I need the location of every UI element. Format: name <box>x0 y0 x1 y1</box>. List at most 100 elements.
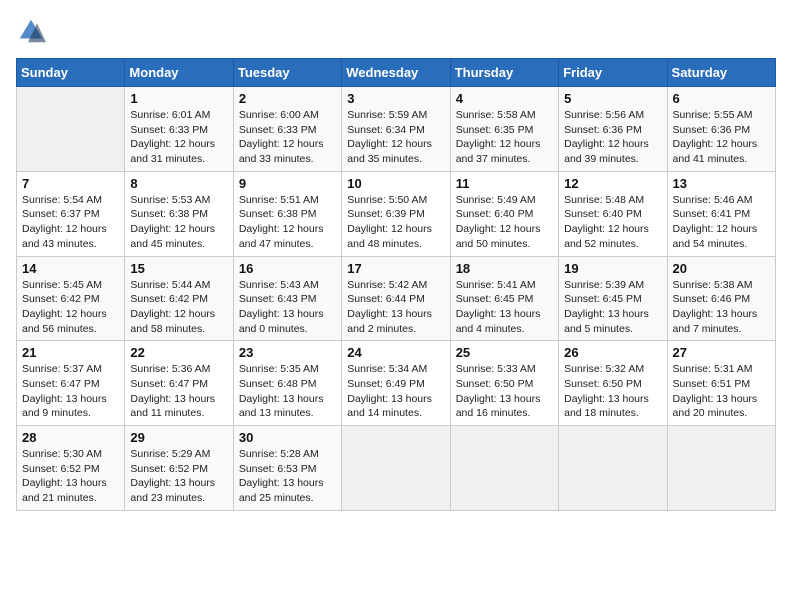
day-number: 13 <box>673 176 770 191</box>
day-info: Sunrise: 5:50 AM Sunset: 6:39 PM Dayligh… <box>347 193 444 252</box>
day-number: 4 <box>456 91 553 106</box>
calendar-cell <box>450 426 558 511</box>
day-info: Sunrise: 5:49 AM Sunset: 6:40 PM Dayligh… <box>456 193 553 252</box>
calendar-cell <box>342 426 450 511</box>
day-number: 7 <box>22 176 119 191</box>
day-number: 6 <box>673 91 770 106</box>
day-info: Sunrise: 5:42 AM Sunset: 6:44 PM Dayligh… <box>347 278 444 337</box>
day-info: Sunrise: 5:29 AM Sunset: 6:52 PM Dayligh… <box>130 447 227 506</box>
day-info: Sunrise: 6:00 AM Sunset: 6:33 PM Dayligh… <box>239 108 336 167</box>
calendar-cell: 10Sunrise: 5:50 AM Sunset: 6:39 PM Dayli… <box>342 171 450 256</box>
calendar-cell: 29Sunrise: 5:29 AM Sunset: 6:52 PM Dayli… <box>125 426 233 511</box>
day-number: 5 <box>564 91 661 106</box>
calendar-cell: 12 Sunrise: 5:48 AM Sunset: 6:40 PM Dayli… <box>559 171 667 256</box>
day-info: Sunrise: 5:51 AM Sunset: 6:38 PM Dayligh… <box>239 193 336 252</box>
day-info: Sunrise: 5:41 AM Sunset: 6:45 PM Dayligh… <box>456 278 553 337</box>
calendar-cell: 26 Sunrise: 5:32 AM Sunset: 6:50 PM Dayli… <box>559 341 667 426</box>
day-number: 21 <box>22 345 119 360</box>
day-number: 11 <box>456 176 553 191</box>
calendar-cell: 6 Sunrise: 5:55 AM Sunset: 6:36 PM Daylig… <box>667 87 775 172</box>
day-info: Sunrise: 5:59 AM Sunset: 6:34 PM Dayligh… <box>347 108 444 167</box>
day-number: 27 <box>673 345 770 360</box>
calendar-cell: 8 Sunrise: 5:53 AM Sunset: 6:38 PM Daylig… <box>125 171 233 256</box>
day-info: Sunrise: 5:55 AM Sunset: 6:36 PM Dayligh… <box>673 108 770 167</box>
weekday-header-saturday: Saturday <box>667 59 775 87</box>
day-info: Sunrise: 5:35 AM Sunset: 6:48 PM Dayligh… <box>239 362 336 421</box>
day-info: Sunrise: 5:48 AM Sunset: 6:40 PM Dayligh… <box>564 193 661 252</box>
day-number: 28 <box>22 430 119 445</box>
day-number: 22 <box>130 345 227 360</box>
day-info: Sunrise: 5:28 AM Sunset: 6:53 PM Dayligh… <box>239 447 336 506</box>
calendar-cell <box>667 426 775 511</box>
day-number: 26 <box>564 345 661 360</box>
weekday-header-monday: Monday <box>125 59 233 87</box>
calendar-cell: 9 Sunrise: 5:51 AM Sunset: 6:38 PM Daylig… <box>233 171 341 256</box>
day-number: 19 <box>564 261 661 276</box>
calendar-cell: 7 Sunrise: 5:54 AM Sunset: 6:37 PM Daylig… <box>17 171 125 256</box>
day-number: 3 <box>347 91 444 106</box>
calendar-cell: 2Sunrise: 6:00 AM Sunset: 6:33 PM Daylig… <box>233 87 341 172</box>
day-number: 25 <box>456 345 553 360</box>
day-info: Sunrise: 5:43 AM Sunset: 6:43 PM Dayligh… <box>239 278 336 337</box>
calendar-cell: 25 Sunrise: 5:33 AM Sunset: 6:50 PM Dayli… <box>450 341 558 426</box>
calendar-cell: 13 Sunrise: 5:46 AM Sunset: 6:41 PM Dayli… <box>667 171 775 256</box>
weekday-header-row: SundayMondayTuesdayWednesdayThursdayFrid… <box>17 59 776 87</box>
weekday-header-thursday: Thursday <box>450 59 558 87</box>
calendar-table: SundayMondayTuesdayWednesdayThursdayFrid… <box>16 58 776 511</box>
calendar-cell: 5 Sunrise: 5:56 AM Sunset: 6:36 PM Daylig… <box>559 87 667 172</box>
calendar-cell: 18 Sunrise: 5:41 AM Sunset: 6:45 PM Dayli… <box>450 256 558 341</box>
calendar-cell: 22 Sunrise: 5:36 AM Sunset: 6:47 PM Dayli… <box>125 341 233 426</box>
day-number: 12 <box>564 176 661 191</box>
day-number: 24 <box>347 345 444 360</box>
calendar-cell: 24 Sunrise: 5:34 AM Sunset: 6:49 PM Dayli… <box>342 341 450 426</box>
calendar-cell: 3 Sunrise: 5:59 AM Sunset: 6:34 PM Daylig… <box>342 87 450 172</box>
day-info: Sunrise: 5:58 AM Sunset: 6:35 PM Dayligh… <box>456 108 553 167</box>
calendar-week-1: 1 Sunrise: 6:01 AM Sunset: 6:33 PM Daylig… <box>17 87 776 172</box>
day-info: Sunrise: 5:44 AM Sunset: 6:42 PM Dayligh… <box>130 278 227 337</box>
day-number: 1 <box>130 91 227 106</box>
calendar-cell: 19Sunrise: 5:39 AM Sunset: 6:45 PM Dayli… <box>559 256 667 341</box>
calendar-cell: 15 Sunrise: 5:44 AM Sunset: 6:42 PM Dayli… <box>125 256 233 341</box>
day-number: 23 <box>239 345 336 360</box>
day-number: 30 <box>239 430 336 445</box>
calendar-cell: 16 Sunrise: 5:43 AM Sunset: 6:43 PM Dayli… <box>233 256 341 341</box>
day-number: 15 <box>130 261 227 276</box>
day-number: 20 <box>673 261 770 276</box>
day-info: Sunrise: 5:53 AM Sunset: 6:38 PM Dayligh… <box>130 193 227 252</box>
day-info: Sunrise: 5:38 AM Sunset: 6:46 PM Dayligh… <box>673 278 770 337</box>
calendar-cell: 17 Sunrise: 5:42 AM Sunset: 6:44 PM Dayli… <box>342 256 450 341</box>
day-number: 18 <box>456 261 553 276</box>
calendar-cell: 27 Sunrise: 5:31 AM Sunset: 6:51 PM Dayli… <box>667 341 775 426</box>
logo <box>16 16 50 46</box>
weekday-header-tuesday: Tuesday <box>233 59 341 87</box>
logo-icon <box>16 16 46 46</box>
page-header <box>16 16 776 46</box>
day-number: 14 <box>22 261 119 276</box>
calendar-cell: 4 Sunrise: 5:58 AM Sunset: 6:35 PM Daylig… <box>450 87 558 172</box>
weekday-header-sunday: Sunday <box>17 59 125 87</box>
day-info: Sunrise: 5:30 AM Sunset: 6:52 PM Dayligh… <box>22 447 119 506</box>
calendar-cell <box>17 87 125 172</box>
day-info: Sunrise: 5:45 AM Sunset: 6:42 PM Dayligh… <box>22 278 119 337</box>
day-info: Sunrise: 5:32 AM Sunset: 6:50 PM Dayligh… <box>564 362 661 421</box>
calendar-week-3: 14 Sunrise: 5:45 AM Sunset: 6:42 PM Dayli… <box>17 256 776 341</box>
weekday-header-wednesday: Wednesday <box>342 59 450 87</box>
calendar-cell: 21 Sunrise: 5:37 AM Sunset: 6:47 PM Dayli… <box>17 341 125 426</box>
day-info: Sunrise: 5:54 AM Sunset: 6:37 PM Dayligh… <box>22 193 119 252</box>
calendar-cell: 28 Sunrise: 5:30 AM Sunset: 6:52 PM Dayli… <box>17 426 125 511</box>
day-info: Sunrise: 5:31 AM Sunset: 6:51 PM Dayligh… <box>673 362 770 421</box>
day-info: Sunrise: 6:01 AM Sunset: 6:33 PM Dayligh… <box>130 108 227 167</box>
day-number: 9 <box>239 176 336 191</box>
day-number: 16 <box>239 261 336 276</box>
day-info: Sunrise: 5:36 AM Sunset: 6:47 PM Dayligh… <box>130 362 227 421</box>
calendar-week-5: 28 Sunrise: 5:30 AM Sunset: 6:52 PM Dayli… <box>17 426 776 511</box>
calendar-week-4: 21 Sunrise: 5:37 AM Sunset: 6:47 PM Dayli… <box>17 341 776 426</box>
day-info: Sunrise: 5:33 AM Sunset: 6:50 PM Dayligh… <box>456 362 553 421</box>
day-info: Sunrise: 5:56 AM Sunset: 6:36 PM Dayligh… <box>564 108 661 167</box>
day-info: Sunrise: 5:34 AM Sunset: 6:49 PM Dayligh… <box>347 362 444 421</box>
day-number: 17 <box>347 261 444 276</box>
calendar-cell: 14 Sunrise: 5:45 AM Sunset: 6:42 PM Dayli… <box>17 256 125 341</box>
day-info: Sunrise: 5:46 AM Sunset: 6:41 PM Dayligh… <box>673 193 770 252</box>
day-info: Sunrise: 5:37 AM Sunset: 6:47 PM Dayligh… <box>22 362 119 421</box>
day-number: 8 <box>130 176 227 191</box>
